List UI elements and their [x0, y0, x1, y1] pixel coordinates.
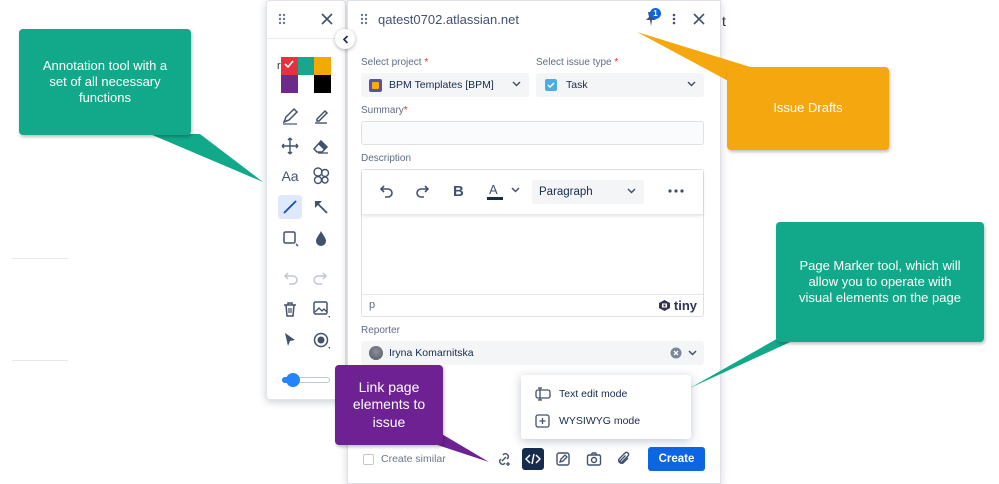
color-swatch-green[interactable]: [297, 57, 315, 75]
attachment-icon[interactable]: [613, 448, 635, 470]
color-swatch-orange[interactable]: [314, 57, 331, 75]
more-options-icon[interactable]: [672, 13, 676, 25]
record-icon[interactable]: [309, 328, 333, 352]
undo-icon[interactable]: [378, 183, 394, 199]
slider-knob[interactable]: [286, 373, 300, 387]
drag-handle-icon[interactable]: [278, 13, 286, 25]
callout-annotation-tool-box: Annotation tool with a set of all necess…: [19, 29, 191, 135]
chevron-down-icon: [627, 188, 636, 194]
callout-page-marker: Page Marker tool, which will allow you t…: [776, 222, 984, 342]
close-toolbar-icon[interactable]: [321, 13, 333, 25]
toolbar-divider: [12, 258, 68, 259]
check-icon: [284, 60, 294, 68]
page-marker-mode-menu: Text edit mode WYSIWYG mode: [521, 375, 691, 439]
delete-icon[interactable]: [278, 297, 302, 321]
color-palette: [281, 57, 331, 93]
description-label: Description: [361, 153, 412, 164]
drag-handle-icon[interactable]: [360, 13, 368, 25]
color-swatch-black[interactable]: [314, 75, 331, 93]
arrow-icon[interactable]: [309, 195, 333, 219]
callout-text: Page Marker tool, which will allow you t…: [776, 222, 984, 342]
link-elements-icon[interactable]: [493, 448, 515, 470]
background-fragment: r: [277, 60, 281, 72]
summary-input[interactable]: [361, 121, 704, 145]
task-type-icon: [545, 79, 557, 91]
redo-icon[interactable]: [415, 183, 431, 199]
reporter-select[interactable]: Iryna Komarnitska: [361, 341, 704, 365]
create-button[interactable]: Create: [648, 447, 705, 471]
issue-type-label: Select issue type *: [536, 57, 619, 68]
clear-icon[interactable]: [670, 347, 682, 359]
move-icon[interactable]: [278, 134, 302, 158]
chevron-down-icon: [687, 81, 696, 87]
chevron-down-icon[interactable]: [688, 350, 697, 356]
callout-link-elements: Link page elements to issue: [335, 365, 443, 445]
project-select[interactable]: BPM Templates [BPM]: [361, 73, 529, 97]
eraser-icon[interactable]: [309, 134, 333, 158]
create-similar-checkbox[interactable]: [363, 454, 374, 465]
avatar: [369, 346, 383, 360]
background-fragment: t: [722, 13, 726, 29]
chevron-left-icon: [342, 34, 348, 44]
project-label: Select project *: [361, 57, 429, 68]
drafts-count-badge: 1: [650, 8, 661, 19]
text-color-icon[interactable]: A: [487, 182, 503, 201]
callout-text: Issue Drafts: [727, 67, 889, 150]
annotation-toolbar-header: [267, 1, 345, 39]
project-avatar-icon: [369, 78, 382, 92]
rectangle-icon[interactable]: [278, 226, 302, 250]
toolbar-divider: [12, 360, 68, 361]
summary-label: Summary*: [361, 105, 408, 116]
color-swatch-white[interactable]: [297, 75, 315, 93]
pointer-icon[interactable]: [278, 328, 302, 352]
fill-drop-icon[interactable]: [309, 226, 333, 250]
blur-icon[interactable]: [309, 164, 333, 188]
screenshot-camera-icon[interactable]: [583, 448, 605, 470]
callout-issue-drafts: Issue Drafts: [727, 67, 889, 150]
block-format-value: Paragraph: [539, 186, 593, 198]
more-toolbar-icon[interactable]: [668, 189, 684, 193]
site-url: qatest0702.atlassian.net: [378, 12, 519, 27]
editor-toolbar: B A Paragraph: [362, 170, 703, 214]
reporter-label: Reporter: [361, 325, 400, 336]
annotate-edit-icon[interactable]: [552, 448, 574, 470]
color-swatch-red[interactable]: [281, 57, 298, 75]
pen-icon[interactable]: [278, 104, 302, 128]
page-marker-code-icon[interactable]: [522, 448, 544, 470]
tiny-logo[interactable]: tiny: [658, 298, 697, 313]
text-icon[interactable]: Aa: [278, 164, 302, 188]
color-swatch-purple[interactable]: [281, 75, 298, 93]
stroke-size-slider[interactable]: [282, 373, 332, 387]
tiny-logo-icon: [658, 300, 670, 311]
text-cursor-icon: [535, 387, 551, 401]
undo-icon[interactable]: [278, 266, 302, 290]
element-path: p: [369, 299, 376, 311]
highlighter-icon[interactable]: [309, 104, 333, 128]
svg-text:B: B: [453, 183, 464, 199]
project-value: BPM Templates [BPM]: [389, 79, 494, 91]
create-similar-label: Create similar: [381, 453, 446, 465]
issue-type-value: Task: [566, 79, 588, 91]
callout-text: Annotation tool with a set of all necess…: [19, 29, 191, 135]
block-format-select[interactable]: Paragraph: [532, 180, 644, 204]
bold-icon[interactable]: B: [453, 183, 465, 199]
chevron-down-icon[interactable]: [511, 187, 520, 193]
issue-panel-footer: Create similar Create: [348, 445, 720, 475]
editor-statusbar: p tiny: [362, 294, 703, 316]
issue-panel-header: qatest0702.atlassian.net 1: [348, 1, 720, 39]
issue-type-select[interactable]: Task: [536, 73, 704, 97]
description-editor[interactable]: B A Paragraph p tiny: [361, 169, 704, 317]
add-box-icon: [535, 414, 550, 428]
close-panel-icon[interactable]: [693, 13, 705, 25]
line-icon[interactable]: [278, 195, 302, 219]
reporter-value: Iryna Komarnitska: [389, 347, 474, 359]
collapse-toolbar-button[interactable]: [335, 29, 355, 49]
redo-icon[interactable]: [309, 266, 333, 290]
image-icon[interactable]: [309, 297, 333, 321]
menu-item-wysiwyg-mode[interactable]: WYSIWYG mode: [535, 414, 640, 428]
chevron-down-icon: [512, 81, 521, 87]
menu-item-text-edit-mode[interactable]: Text edit mode: [535, 387, 627, 401]
svg-text:A: A: [489, 182, 498, 197]
callout-text: Link page elements to issue: [335, 365, 443, 445]
